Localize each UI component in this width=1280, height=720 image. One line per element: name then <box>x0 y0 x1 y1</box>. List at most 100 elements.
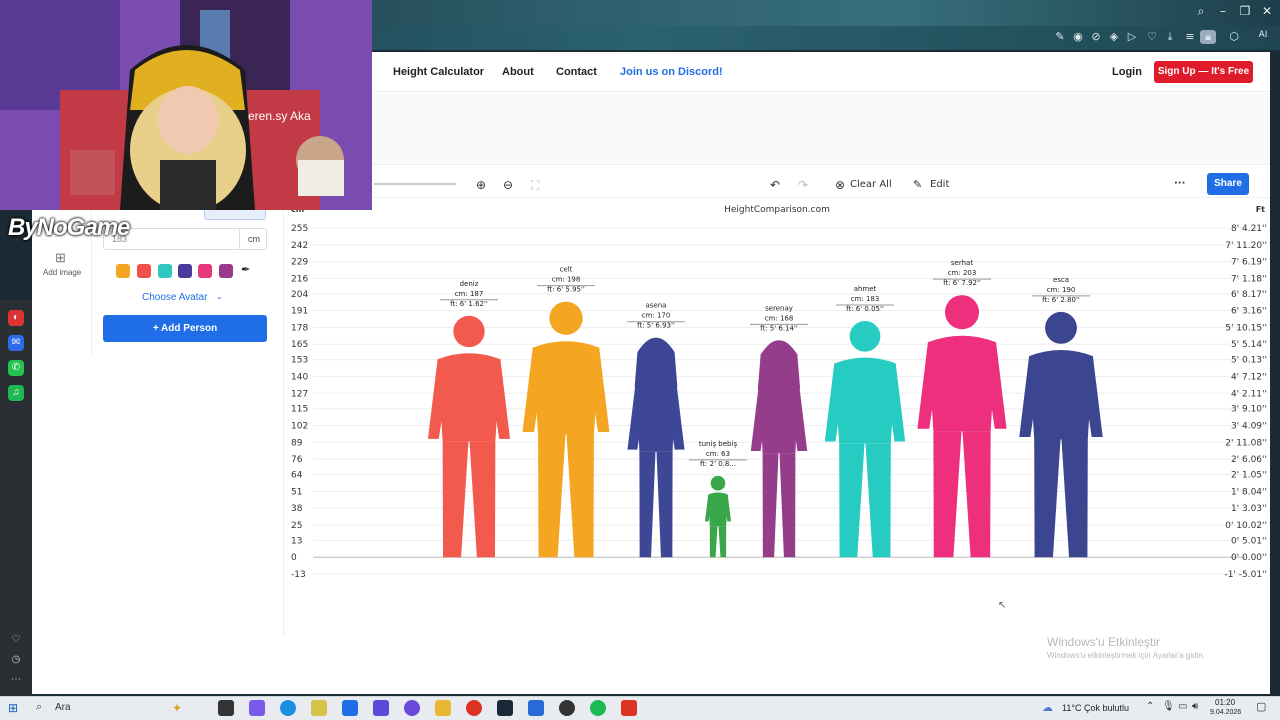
nav-contact[interactable]: Contact <box>556 66 597 78</box>
task-view-icon[interactable] <box>218 700 234 716</box>
color-swatch-orange[interactable] <box>116 264 130 278</box>
weather-icon[interactable]: ☁ <box>1042 701 1053 714</box>
tray-chevron-icon[interactable]: ⌃ <box>1146 701 1154 712</box>
maximize-icon[interactable]: ❐ <box>1234 4 1256 18</box>
nav-discord[interactable]: Join us on Discord! <box>620 66 723 78</box>
play-icon[interactable]: ▷ <box>1124 30 1140 43</box>
person-label: ft: 2' 0.8... <box>700 460 736 468</box>
signup-button[interactable]: Sign Up — It's Free <box>1154 61 1253 83</box>
person-label: cm: 187 <box>455 290 484 298</box>
cm-tick-label: 140 <box>291 372 308 382</box>
heart-icon[interactable]: ♡ <box>1144 30 1160 43</box>
svg-text:eren.sy Aka: eren.sy Aka <box>248 109 311 123</box>
start-icon[interactable]: ⊞ <box>8 701 18 715</box>
zoom-in-icon[interactable]: ⊕ <box>476 178 486 192</box>
folder-icon[interactable] <box>435 700 451 716</box>
download-icon[interactable]: ⤓ <box>1162 30 1178 44</box>
clock-time[interactable]: 01:20 <box>1215 698 1235 707</box>
add-person-button[interactable]: + Add Person <box>103 315 267 342</box>
zoom-out-icon[interactable]: ⊖ <box>503 178 513 192</box>
camera-icon[interactable]: ◉ <box>1070 30 1086 43</box>
cm-tick-label: 25 <box>291 521 302 531</box>
color-swatch-indigo[interactable] <box>178 264 192 278</box>
chevron-down-icon: ⌄ <box>216 292 223 301</box>
discord-icon[interactable] <box>404 700 420 716</box>
ft-tick-label: 6' 3.16'' <box>1231 307 1267 317</box>
nav-height-calculator[interactable]: Height Calculator <box>393 66 484 78</box>
store-icon[interactable] <box>311 700 327 716</box>
color-swatch-red[interactable] <box>137 264 151 278</box>
person-label: tuniş bebiş <box>699 440 738 448</box>
add-image-label[interactable]: Add image <box>43 268 81 277</box>
lock-icon[interactable]: 🔒︎ <box>1200 30 1216 44</box>
cube-icon[interactable]: ⬡ <box>1226 30 1242 43</box>
mail-icon[interactable] <box>342 700 358 716</box>
color-swatch-purple[interactable] <box>219 264 233 278</box>
ft-tick-label: 2' 6.06'' <box>1231 455 1267 465</box>
fit-view-icon[interactable]: ⛶ <box>531 178 539 193</box>
activation-title: Windows'u Etkinleştir <box>1047 635 1160 649</box>
edit-button[interactable]: Edit <box>930 179 949 190</box>
pencil-icon[interactable]: ✎ <box>913 178 922 191</box>
person-asena <box>627 337 685 558</box>
weather-text[interactable]: 11°C Çok bulutlu <box>1062 703 1129 713</box>
cm-tick-label: 13 <box>291 536 302 546</box>
add-image-icon[interactable]: ⊞ <box>55 250 66 266</box>
minimize-icon[interactable]: – <box>1212 4 1234 18</box>
recording-icon[interactable] <box>621 700 637 716</box>
cm-tick-label: 38 <box>291 504 303 514</box>
eyedropper-icon[interactable]: ✒ <box>241 263 250 276</box>
clear-all-button[interactable]: Clear All <box>850 179 892 190</box>
more-options-button[interactable]: ··· <box>1174 178 1185 189</box>
spotify-taskbar-icon[interactable] <box>590 700 606 716</box>
ft-tick-label: 6' 8.17'' <box>1231 290 1267 300</box>
cm-tick-label: 0 <box>291 553 297 563</box>
app-icon[interactable] <box>528 700 544 716</box>
zoom-slider[interactable] <box>374 183 456 185</box>
ai-icon[interactable]: AI <box>1252 30 1274 40</box>
more-icon[interactable]: ⋯ <box>8 672 24 688</box>
person-label: cm: 190 <box>1047 286 1076 294</box>
volume-icon[interactable]: 🔊︎ <box>1192 701 1198 712</box>
history-icon[interactable]: ◷ <box>8 652 24 668</box>
shield-icon[interactable]: ⊘ <box>1088 30 1104 43</box>
search-icon[interactable]: ⌕ <box>1190 4 1212 19</box>
nav-about[interactable]: About <box>502 66 534 78</box>
taskbar-search-icon[interactable]: ⌕ <box>36 701 42 714</box>
redo-icon[interactable]: ↷ <box>798 178 808 192</box>
opera-icon[interactable]: ◐ <box>8 310 24 326</box>
edge-icon[interactable] <box>280 700 296 716</box>
heart-outline-icon[interactable]: ♡ <box>8 632 24 648</box>
teams-icon[interactable] <box>373 700 389 716</box>
messenger-icon[interactable]: ✉ <box>8 335 24 351</box>
person-label: ft: 5' 6.14'' <box>760 324 798 332</box>
copilot-sparkle-icon[interactable]: ✦ <box>172 701 182 715</box>
close-icon[interactable]: ✕ <box>1256 4 1278 18</box>
extension-icon[interactable]: ◈ <box>1106 30 1122 43</box>
opera-taskbar-icon[interactable] <box>466 700 482 716</box>
chart-canvas: HeightComparison.comcmFt2558' 4.21''2427… <box>291 205 1267 580</box>
whatsapp-icon[interactable]: ✆ <box>8 360 24 376</box>
login-link[interactable]: Login <box>1112 66 1142 78</box>
edit-icon[interactable]: ✎ <box>1052 30 1068 43</box>
share-button[interactable]: Share <box>1207 173 1249 195</box>
obs-icon[interactable] <box>559 700 575 716</box>
copilot-icon[interactable] <box>249 700 265 716</box>
menu-icon[interactable]: ≡ <box>1182 30 1198 43</box>
spotify-icon[interactable]: ♫ <box>8 385 24 401</box>
mic-icon[interactable]: 🎙︎ <box>1162 701 1175 712</box>
network-icon[interactable]: ▭ <box>1178 701 1187 712</box>
person-label: ft: 6' 2.80'' <box>1042 296 1080 304</box>
choose-avatar-button[interactable]: Choose Avatar <box>142 292 207 303</box>
color-swatch-teal[interactable] <box>158 264 172 278</box>
color-swatch-pink[interactable] <box>198 264 212 278</box>
ft-tick-label: 0' 5.01'' <box>1231 536 1267 546</box>
clear-icon[interactable]: ⊗ <box>835 178 845 192</box>
steam-icon[interactable] <box>497 700 513 716</box>
undo-icon[interactable]: ↶ <box>770 178 780 192</box>
ad-banner-area <box>372 93 1270 165</box>
notification-icon[interactable]: ▢ <box>1256 700 1266 713</box>
clock-date[interactable]: 9.04.2026 <box>1210 709 1241 716</box>
taskbar-search[interactable]: Ara <box>55 702 71 713</box>
cm-tick-label: 204 <box>291 290 308 300</box>
